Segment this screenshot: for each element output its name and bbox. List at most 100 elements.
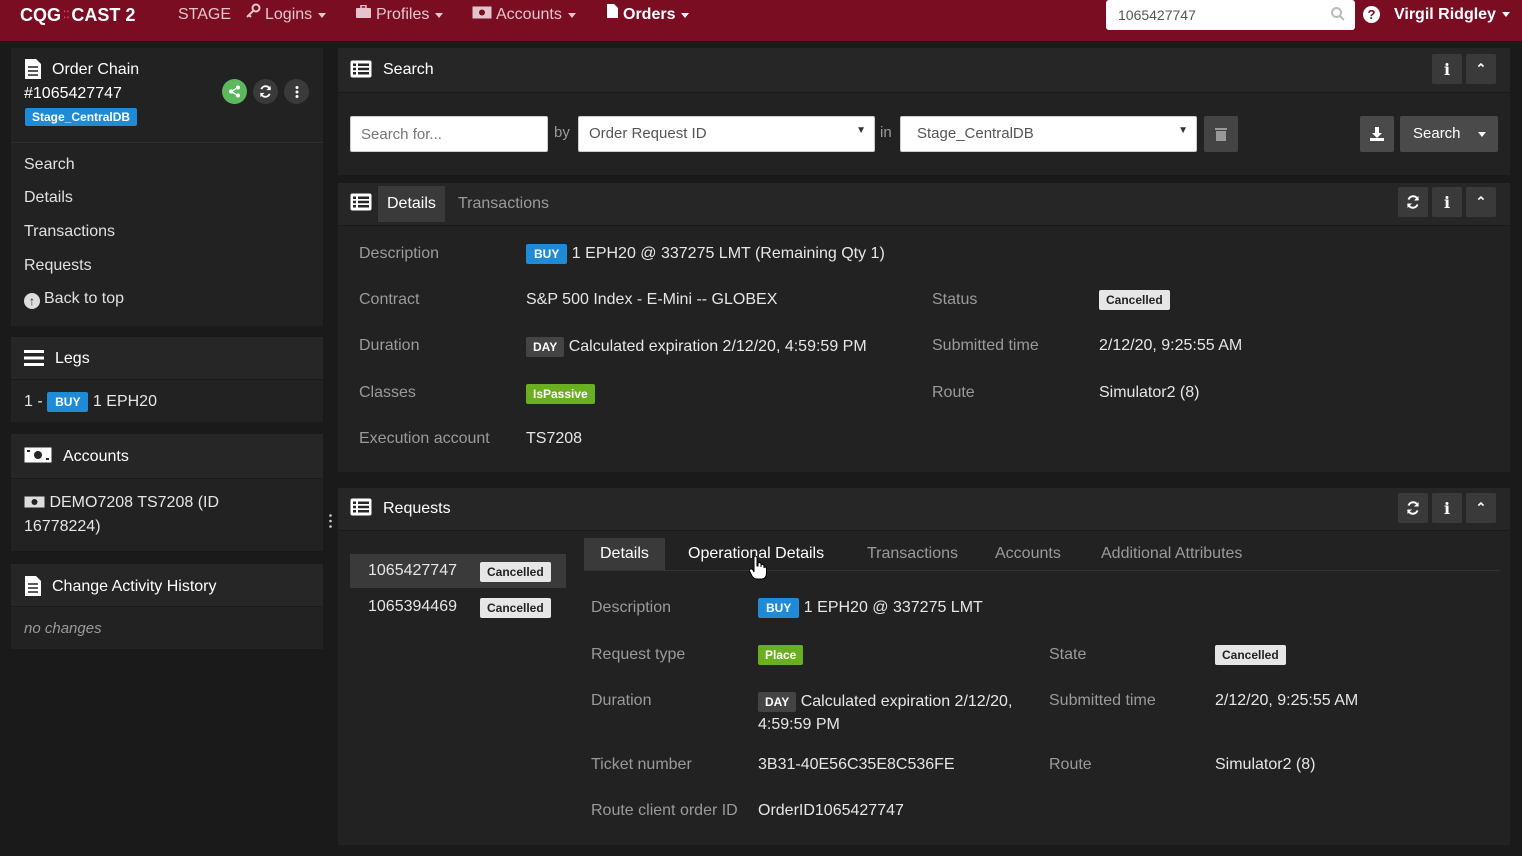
info-button[interactable]: i xyxy=(1432,54,1462,84)
collapse-button[interactable]: ⌃ xyxy=(1466,493,1496,523)
request-list-item[interactable]: 1065427747 Cancelled xyxy=(350,554,566,588)
user-menu[interactable]: Virgil Ridgley xyxy=(1394,0,1510,30)
history-empty: no changes xyxy=(24,620,102,637)
list-icon xyxy=(24,350,44,371)
download-button[interactable] xyxy=(1360,116,1394,152)
tab-additional-attributes[interactable]: Additional Attributes xyxy=(1101,538,1242,570)
nav-profiles[interactable]: Profiles xyxy=(355,0,444,30)
execution-account-value: TS7208 xyxy=(526,430,583,447)
info-button[interactable]: i xyxy=(1432,493,1462,523)
accounts-header xyxy=(11,434,323,478)
tab-transactions[interactable]: Transactions xyxy=(458,186,549,222)
request-status-badge: Cancelled xyxy=(480,562,551,582)
nav-logins[interactable]: Logins xyxy=(245,0,327,30)
refresh-icon xyxy=(1407,195,1419,209)
details-panel-body xyxy=(338,226,1510,472)
description-label: Description xyxy=(359,245,440,262)
submitted-label: Submitted time xyxy=(932,337,1039,354)
search-panel-title: Search xyxy=(383,61,434,78)
route-value: Simulator2 (8) xyxy=(1099,384,1200,401)
resize-handle[interactable] xyxy=(329,514,332,528)
requests-panel-header xyxy=(338,488,1510,530)
req-description-value: BUY 1 EPH20 @ 337275 LMT xyxy=(758,598,983,618)
sidebar-link-search[interactable]: Search xyxy=(24,156,75,174)
arrow-up-circle-icon: ↑ xyxy=(24,293,40,309)
refresh-button[interactable] xyxy=(253,79,278,104)
tab-details[interactable]: Details xyxy=(378,186,445,222)
nav-accounts-label: Accounts xyxy=(496,6,562,24)
search-for-input[interactable] xyxy=(350,116,548,152)
order-chain-id: #1065427747 xyxy=(24,85,122,102)
file-icon xyxy=(24,575,42,602)
share-button[interactable] xyxy=(222,79,247,104)
status-badge: Cancelled xyxy=(1099,290,1170,310)
history-title: Change Activity History xyxy=(52,578,217,595)
global-search-input[interactable] xyxy=(1106,0,1355,30)
more-vertical-icon xyxy=(295,85,298,98)
search-button-label: Search xyxy=(1413,125,1461,142)
money-icon xyxy=(24,495,45,513)
sidebar-link-transactions[interactable]: Transactions xyxy=(24,223,115,241)
chevrons-up-icon: ⌃ xyxy=(1475,61,1487,76)
nav-orders[interactable]: Orders xyxy=(606,0,690,30)
app-logo[interactable]: CQG ⁚⁚ CAST 2 xyxy=(20,0,135,30)
request-type-badge: Place xyxy=(758,645,804,665)
request-type-label: Request type xyxy=(591,646,686,663)
req-submitted-value: 2/12/20, 9:25:55 AM xyxy=(1215,692,1359,709)
clear-button[interactable] xyxy=(1204,116,1238,152)
user-name: Virgil Ridgley xyxy=(1394,6,1496,23)
chevrons-up-icon: ⌃ xyxy=(1475,500,1487,515)
description-value: BUY 1 EPH20 @ 337275 LMT (Remaining Qty … xyxy=(526,244,885,264)
search-in-select[interactable]: Stage_CentralDB ▼ xyxy=(900,116,1197,152)
account-item[interactable]: DEMO7208 TS7208 (ID xyxy=(24,494,219,513)
info-button[interactable]: i xyxy=(1432,187,1462,217)
nav-orders-label: Orders xyxy=(623,6,676,24)
accounts-title: Accounts xyxy=(63,448,129,465)
tab-request-transactions[interactable]: Transactions xyxy=(867,538,958,570)
help-icon[interactable]: ? xyxy=(1363,6,1380,23)
brand-dots-icon: ⁚⁚ xyxy=(63,10,70,22)
duration-label: Duration xyxy=(359,337,420,354)
list-alt-icon xyxy=(350,193,372,216)
tab-request-accounts[interactable]: Accounts xyxy=(995,538,1061,570)
more-button[interactable] xyxy=(284,79,309,104)
req-description-label: Description xyxy=(591,599,672,616)
caret-down-icon: ▼ xyxy=(1178,125,1188,136)
buy-badge: BUY xyxy=(758,598,800,618)
nav-stage[interactable]: STAGE xyxy=(178,0,231,30)
nav-accounts[interactable]: Accounts xyxy=(472,0,576,30)
submitted-value: 2/12/20, 9:25:55 AM xyxy=(1099,337,1243,354)
leg-item[interactable]: 1 - BUY 1 EPH20 xyxy=(24,392,157,412)
refresh-button[interactable] xyxy=(1398,493,1428,523)
caret-down-icon: ▼ xyxy=(856,125,866,136)
refresh-button[interactable] xyxy=(1398,187,1428,217)
search-by-select[interactable]: Order Request ID ▼ xyxy=(578,116,875,152)
collapse-button[interactable]: ⌃ xyxy=(1466,54,1496,84)
req-duration-line-1: Calculated expiration 2/12/20, xyxy=(800,693,1013,710)
collapse-button[interactable]: ⌃ xyxy=(1466,187,1496,217)
db-badge: Stage_CentralDB xyxy=(25,108,138,126)
execution-account-label: Execution account xyxy=(359,430,490,447)
refresh-icon xyxy=(1407,501,1419,515)
duration-text: Calculated expiration 2/12/20, 4:59:59 P… xyxy=(568,338,867,355)
request-list-item[interactable]: 1065394469 Cancelled xyxy=(350,590,566,624)
tab-divider xyxy=(584,570,1500,571)
day-badge: DAY xyxy=(758,692,797,712)
sidebar-link-back-to-top[interactable]: ↑ Back to top xyxy=(24,290,124,309)
list-alt-icon xyxy=(350,60,372,83)
sidebar-link-requests[interactable]: Requests xyxy=(24,257,92,275)
req-duration-label: Duration xyxy=(591,692,652,709)
leg-symbol: 1 EPH20 xyxy=(92,393,157,410)
divider xyxy=(11,142,323,143)
search-button[interactable]: Search xyxy=(1400,116,1498,152)
account-line-2: 16778224) xyxy=(24,518,101,535)
trash-icon xyxy=(1215,127,1227,141)
file-icon xyxy=(606,0,619,30)
chevron-down-icon xyxy=(318,12,327,18)
key-icon xyxy=(245,0,261,30)
search-icon[interactable] xyxy=(1330,6,1346,27)
sidebar-link-details[interactable]: Details xyxy=(24,189,73,207)
tab-request-details[interactable]: Details xyxy=(584,538,665,570)
by-label: by xyxy=(554,124,570,141)
requests-panel-title: Requests xyxy=(383,500,451,517)
